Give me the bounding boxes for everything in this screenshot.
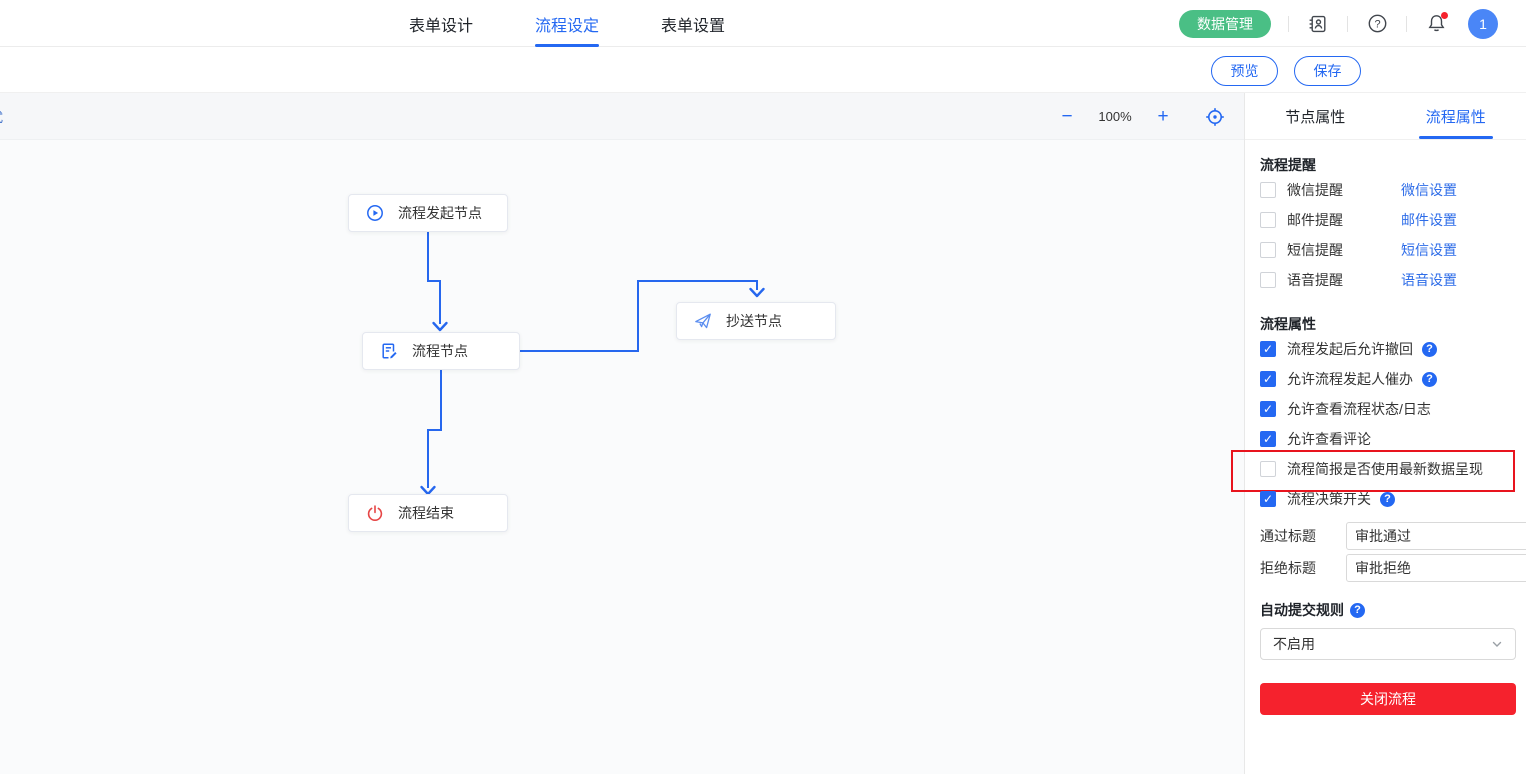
chevron-down-icon — [1491, 638, 1503, 650]
reminder-row-wechat: 微信提醒 微信设置 — [1260, 175, 1516, 205]
property-row-allow-withdraw: 流程发起后允许撤回 ? — [1260, 334, 1516, 364]
clipped-edge-icon: 式 — [0, 107, 5, 123]
preview-button[interactable]: 预览 — [1211, 56, 1278, 86]
node-label: 流程结束 — [398, 503, 454, 523]
allow-withdraw-checkbox[interactable] — [1260, 341, 1276, 357]
allow-urge-checkbox[interactable] — [1260, 371, 1276, 387]
help-badge-icon[interactable]: ? — [1422, 342, 1437, 357]
reminder-label: 微信提醒 — [1287, 180, 1401, 200]
property-label: 流程简报是否使用最新数据呈现 — [1287, 459, 1483, 479]
flow-node-cc[interactable]: 抄送节点 — [676, 302, 836, 340]
close-flow-button[interactable]: 关闭流程 — [1260, 683, 1516, 715]
wechat-reminder-checkbox[interactable] — [1260, 182, 1276, 198]
pass-title-input[interactable] — [1346, 522, 1526, 550]
power-icon — [366, 504, 384, 522]
divider — [1347, 16, 1348, 32]
titles-block: 通过标题 拒绝标题 — [1260, 520, 1516, 584]
flow-connectors — [0, 93, 1244, 774]
sms-settings-link[interactable]: 短信设置 — [1401, 240, 1457, 260]
email-settings-link[interactable]: 邮件设置 — [1401, 210, 1457, 230]
auto-submit-header: 自动提交规则 ? — [1260, 600, 1516, 620]
help-badge-icon[interactable]: ? — [1380, 492, 1395, 507]
property-row-allow-urge: 允许流程发起人催办 ? — [1260, 364, 1516, 394]
node-label: 流程节点 — [412, 341, 468, 361]
notification-bell-icon[interactable] — [1424, 12, 1448, 36]
reminder-row-sms: 短信提醒 短信设置 — [1260, 235, 1516, 265]
panel-body: 流程提醒 微信提醒 微信设置 邮件提醒 邮件设置 短信提醒 短信设置 语音提醒 … — [1245, 155, 1526, 715]
tab-node-properties[interactable]: 节点属性 — [1245, 93, 1386, 139]
main-tabs: 表单设计 流程设定 表单设置 — [409, 0, 725, 47]
divider — [1288, 16, 1289, 32]
view-status-checkbox[interactable] — [1260, 401, 1276, 417]
zoom-out-button[interactable]: − — [1056, 106, 1078, 128]
save-button[interactable]: 保存 — [1294, 56, 1361, 86]
decision-switch-checkbox[interactable] — [1260, 491, 1276, 507]
section-title-flow-properties: 流程属性 — [1260, 314, 1516, 334]
top-header: 表单设计 流程设定 表单设置 数据管理 ? — [0, 0, 1526, 47]
section-title-reminders: 流程提醒 — [1260, 155, 1516, 175]
zoom-controls: − 100% + — [1056, 93, 1226, 140]
view-comments-checkbox[interactable] — [1260, 431, 1276, 447]
help-badge-icon[interactable]: ? — [1350, 603, 1365, 618]
data-manage-button[interactable]: 数据管理 — [1179, 10, 1271, 38]
wechat-settings-link[interactable]: 微信设置 — [1401, 180, 1457, 200]
svg-text:?: ? — [1374, 19, 1380, 31]
sms-reminder-checkbox[interactable] — [1260, 242, 1276, 258]
tab-flow-properties[interactable]: 流程属性 — [1386, 93, 1526, 139]
reminder-row-email: 邮件提醒 邮件设置 — [1260, 205, 1516, 235]
node-label: 流程发起节点 — [398, 203, 482, 223]
property-label: 允许流程发起人催办 — [1287, 369, 1413, 389]
app-root: 表单设计 流程设定 表单设置 数据管理 ? — [0, 0, 1526, 774]
property-label: 允许查看评论 — [1287, 429, 1371, 449]
brief-latest-data-checkbox[interactable] — [1260, 461, 1276, 477]
notification-dot — [1441, 12, 1448, 19]
node-label: 抄送节点 — [726, 311, 782, 331]
property-row-decision-switch: 流程决策开关 ? — [1260, 484, 1516, 514]
reminder-label: 短信提醒 — [1287, 240, 1401, 260]
auto-submit-selected-value: 不启用 — [1273, 634, 1315, 654]
flow-canvas: 式 − 100% + — [0, 93, 1244, 774]
flow-node-process[interactable]: 流程节点 — [362, 332, 520, 370]
property-label: 允许查看流程状态/日志 — [1287, 399, 1431, 419]
divider — [1406, 16, 1407, 32]
help-icon[interactable]: ? — [1365, 12, 1389, 36]
reminder-label: 邮件提醒 — [1287, 210, 1401, 230]
email-reminder-checkbox[interactable] — [1260, 212, 1276, 228]
reminder-row-voice: 语音提醒 语音设置 — [1260, 265, 1516, 295]
reject-title-input[interactable] — [1346, 554, 1526, 582]
tab-form-settings[interactable]: 表单设置 — [661, 0, 725, 47]
zoom-in-button[interactable]: + — [1152, 106, 1174, 128]
help-badge-icon[interactable]: ? — [1422, 372, 1437, 387]
flow-node-end[interactable]: 流程结束 — [348, 494, 508, 532]
contacts-icon[interactable] — [1306, 12, 1330, 36]
voice-reminder-checkbox[interactable] — [1260, 272, 1276, 288]
property-row-view-status: 允许查看流程状态/日志 — [1260, 394, 1516, 424]
auto-submit-title: 自动提交规则 — [1260, 600, 1344, 620]
properties-panel: 节点属性 流程属性 流程提醒 微信提醒 微信设置 邮件提醒 邮件设置 短信提醒 … — [1244, 93, 1526, 774]
zoom-level: 100% — [1092, 109, 1138, 124]
header-actions: 数据管理 ? — [1179, 0, 1498, 47]
panel-tabs: 节点属性 流程属性 — [1245, 93, 1526, 140]
play-circle-icon — [366, 204, 384, 222]
avatar[interactable]: 1 — [1468, 9, 1498, 39]
voice-settings-link[interactable]: 语音设置 — [1401, 270, 1457, 290]
auto-submit-select[interactable]: 不启用 — [1260, 628, 1516, 660]
tab-form-design[interactable]: 表单设计 — [409, 0, 473, 47]
property-row-brief-latest-data: 流程简报是否使用最新数据呈现 — [1260, 454, 1516, 484]
document-edit-icon — [380, 342, 398, 360]
reminder-label: 语音提醒 — [1287, 270, 1401, 290]
pass-title-row: 通过标题 — [1260, 520, 1516, 552]
tab-flow-setting[interactable]: 流程设定 — [535, 0, 599, 47]
property-row-view-comments: 允许查看评论 — [1260, 424, 1516, 454]
property-label: 流程发起后允许撤回 — [1287, 339, 1413, 359]
reject-title-row: 拒绝标题 — [1260, 552, 1516, 584]
locate-icon[interactable] — [1204, 106, 1226, 128]
action-bar: 预览 保存 — [0, 47, 1526, 93]
reject-title-label: 拒绝标题 — [1260, 558, 1346, 578]
canvas-toolbar: 式 − 100% + — [0, 93, 1244, 140]
flow-node-start[interactable]: 流程发起节点 — [348, 194, 508, 232]
paper-plane-icon — [694, 312, 712, 330]
pass-title-label: 通过标题 — [1260, 526, 1346, 546]
property-label: 流程决策开关 — [1287, 489, 1371, 509]
